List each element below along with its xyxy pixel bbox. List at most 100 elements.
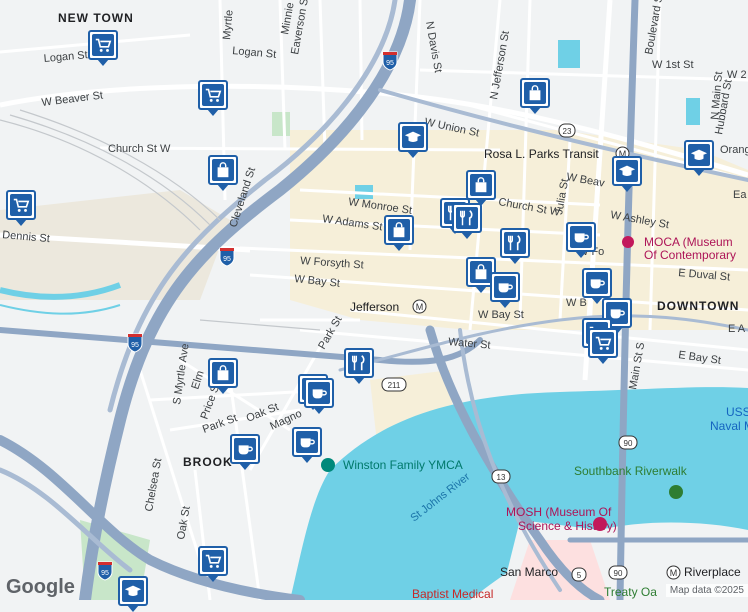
coffee-cup-icon bbox=[570, 226, 592, 248]
marker-restaurant-3[interactable] bbox=[500, 228, 530, 264]
svg-text:95: 95 bbox=[101, 570, 109, 577]
restaurant-icon bbox=[348, 352, 370, 374]
ymca-icon bbox=[321, 458, 335, 472]
poi-jefferson-station[interactable]: Jefferson bbox=[350, 300, 399, 314]
graduation-cap-icon bbox=[402, 126, 424, 148]
marker-coffee-3[interactable] bbox=[582, 268, 612, 304]
coffee-cup-icon bbox=[586, 272, 608, 294]
district-new-town: NEW TOWN bbox=[58, 11, 134, 25]
coffee-cup-icon bbox=[308, 382, 330, 404]
shopping-cart-icon bbox=[202, 550, 224, 572]
marker-coffee-8[interactable] bbox=[292, 427, 322, 463]
google-logo: Google bbox=[6, 576, 75, 598]
sr211-shield: 211 bbox=[381, 377, 407, 392]
svg-text:95: 95 bbox=[131, 342, 139, 349]
marker-shopping-bag-1[interactable] bbox=[208, 155, 238, 191]
sr5-shield: 5 bbox=[571, 567, 587, 582]
poi-uss-naval-line2: Naval M bbox=[710, 419, 748, 433]
shopping-cart-icon bbox=[202, 84, 224, 106]
marker-shopping-bag-6[interactable] bbox=[208, 358, 238, 394]
museum-icon bbox=[622, 236, 634, 248]
svg-text:90: 90 bbox=[624, 439, 633, 448]
graduation-cap-icon bbox=[616, 160, 638, 182]
marker-shopping-bag-2[interactable] bbox=[520, 78, 550, 114]
poi-san-marco[interactable]: San Marco bbox=[500, 565, 558, 579]
graduation-cap-icon bbox=[122, 580, 144, 602]
restaurant-icon bbox=[504, 232, 526, 254]
pond bbox=[558, 40, 580, 68]
map-attribution: Map data ©2025 bbox=[665, 584, 748, 597]
marker-shopping-bag-4[interactable] bbox=[466, 170, 496, 206]
svg-text:23: 23 bbox=[563, 127, 572, 136]
poi-rosa-parks-transit[interactable]: Rosa L. Parks Transit bbox=[484, 147, 599, 161]
poi-moca[interactable]: MOCA (Museum bbox=[644, 235, 733, 249]
shopping-bag-icon bbox=[388, 219, 410, 241]
us23-shield: 23 bbox=[558, 123, 576, 138]
district-downtown: DOWNTOWN bbox=[657, 299, 739, 313]
poi-treaty-oak[interactable]: Treaty Oa bbox=[604, 585, 657, 599]
poi-moca-line2: Of Contemporary bbox=[644, 248, 736, 262]
museum-icon bbox=[593, 517, 607, 531]
district-brooklyn: BROOK bbox=[183, 455, 233, 469]
marker-coffee-6[interactable] bbox=[304, 378, 334, 414]
shopping-cart-icon bbox=[592, 332, 614, 354]
shopping-bag-icon bbox=[524, 82, 546, 104]
marker-shopping-cart-5[interactable] bbox=[588, 328, 618, 364]
svg-text:M: M bbox=[416, 302, 424, 312]
shopping-bag-icon bbox=[470, 174, 492, 196]
shopping-bag-icon bbox=[212, 362, 234, 384]
park-icon bbox=[669, 485, 683, 499]
marker-shopping-cart-2[interactable] bbox=[198, 80, 228, 116]
restaurant-icon bbox=[456, 207, 478, 229]
marker-graduation-cap-3[interactable] bbox=[684, 140, 714, 176]
poi-riverplace[interactable]: Riverplace bbox=[684, 565, 741, 579]
poi-uss-naval[interactable]: USS bbox=[726, 405, 748, 419]
marker-graduation-cap-4[interactable] bbox=[118, 576, 148, 612]
shopping-bag-icon bbox=[212, 159, 234, 181]
graduation-cap-icon bbox=[688, 144, 710, 166]
street-church-st-w: Church St W bbox=[108, 143, 171, 155]
marker-shopping-cart-1[interactable] bbox=[88, 30, 118, 66]
coffee-cup-icon bbox=[234, 438, 256, 460]
map-canvas[interactable]: 95 95 95 95 23 211 13 90 90 5 NEW TOWN D… bbox=[0, 0, 748, 600]
shopping-bag-icon bbox=[470, 261, 492, 283]
marker-shopping-cart-3[interactable] bbox=[6, 190, 36, 226]
marker-coffee-1[interactable] bbox=[566, 222, 596, 258]
marker-coffee-2[interactable] bbox=[490, 272, 520, 308]
street-w-bay-3: W B bbox=[566, 297, 587, 309]
street-orange: Orange bbox=[720, 144, 748, 156]
us90-shield-2: 90 bbox=[608, 565, 628, 580]
marker-restaurant-2[interactable] bbox=[452, 203, 482, 239]
svg-text:211: 211 bbox=[388, 381, 401, 390]
street-w-bay-st-2: W Bay St bbox=[478, 309, 524, 321]
svg-text:90: 90 bbox=[614, 569, 623, 578]
marker-restaurant-4[interactable] bbox=[344, 348, 374, 384]
poi-southbank-riverwalk[interactable]: Southbank Riverwalk bbox=[574, 464, 688, 478]
us90-shield: 90 bbox=[618, 435, 638, 450]
shopping-cart-icon bbox=[92, 34, 114, 56]
marker-graduation-cap-2[interactable] bbox=[612, 156, 642, 192]
pond bbox=[686, 98, 700, 125]
svg-text:95: 95 bbox=[386, 60, 394, 67]
svg-text:M: M bbox=[670, 568, 678, 578]
poi-mosh[interactable]: MOSH (Museum Of bbox=[506, 505, 612, 519]
svg-text:5: 5 bbox=[577, 571, 582, 580]
street-e-ea: Ea bbox=[733, 189, 747, 201]
marker-shopping-bag-3[interactable] bbox=[384, 215, 414, 251]
shopping-cart-icon bbox=[10, 194, 32, 216]
marker-coffee-7[interactable] bbox=[230, 434, 260, 470]
coffee-cup-icon bbox=[296, 431, 318, 453]
marker-shopping-cart-6[interactable] bbox=[198, 546, 228, 582]
i95-west-shield: 95 bbox=[127, 333, 143, 353]
svg-text:95: 95 bbox=[223, 256, 231, 263]
street-w-2nd-st: W 2 bbox=[727, 69, 747, 81]
poi-winston-ymca[interactable]: Winston Family YMCA bbox=[343, 458, 463, 472]
sr13-shield: 13 bbox=[491, 469, 511, 484]
street-e-a: E A bbox=[728, 323, 746, 335]
park bbox=[272, 112, 290, 136]
marker-graduation-cap-1[interactable] bbox=[398, 122, 428, 158]
i95-mid-shield: 95 bbox=[219, 247, 235, 267]
svg-text:13: 13 bbox=[497, 473, 506, 482]
poi-baptist-medical[interactable]: Baptist Medical bbox=[412, 587, 493, 600]
i95-north-shield: 95 bbox=[382, 51, 398, 71]
